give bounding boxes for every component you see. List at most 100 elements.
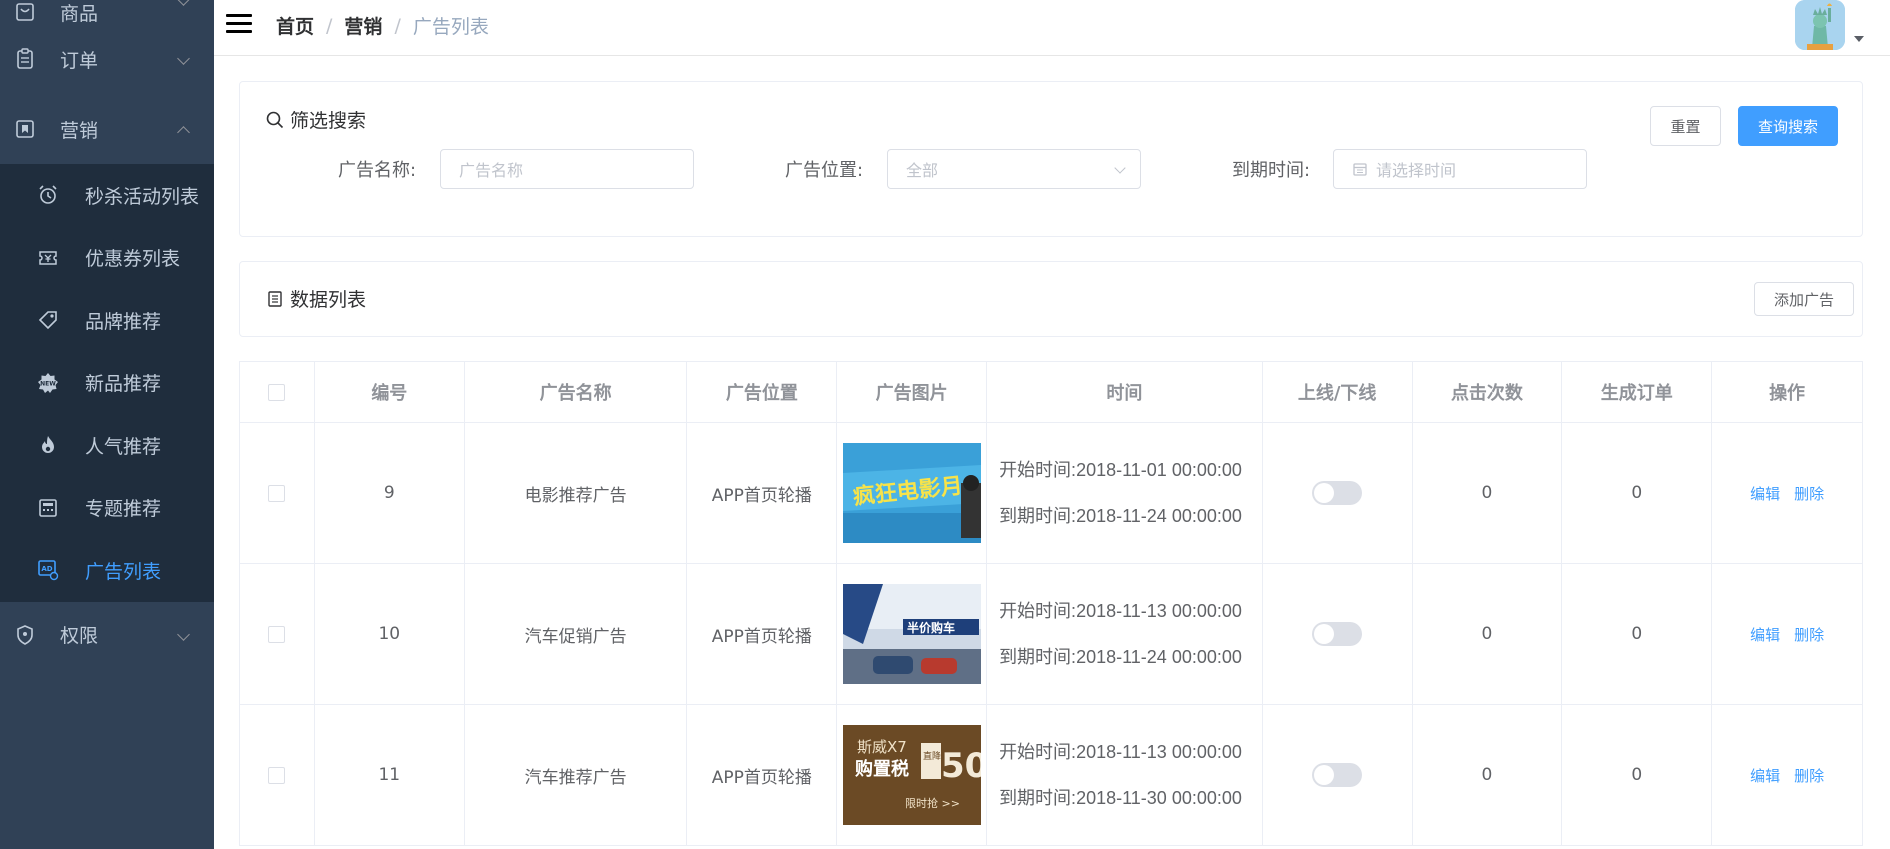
sidebar-item-new-product[interactable]: NEW 新品推荐 [0,352,214,415]
row-checkbox[interactable] [268,625,286,643]
row-select [240,423,315,563]
cell-time: 开始时间:2018-11-01 00:00:00 到期时间:2018-11-24… [987,423,1263,563]
row-checkbox[interactable] [268,766,286,784]
header-clicks: 点击次数 [1413,362,1563,422]
breadcrumb-separator: / [326,14,333,37]
table-header-row: 编号 广告名称 广告位置 广告图片 时间 上线/下线 点击次数 生成订单 操作 [240,362,1862,423]
start-time-value: 2018-11-13 00:00:00 [1076,742,1242,762]
select-all-checkbox[interactable] [268,383,286,401]
fire-icon [37,434,59,456]
end-time-prefix: 到期时间: [999,788,1077,808]
marketing-icon [14,118,36,140]
expire-date-picker[interactable]: 请选择时间 [1333,149,1587,189]
end-time-value: 2018-11-24 00:00:00 [1076,647,1242,667]
menu-goods-label: 商品 [60,2,99,25]
start-time: 开始时间:2018-11-13 00:00:00 [999,729,1242,775]
menu-marketing[interactable]: 营销 [0,94,214,164]
table-row: 9 电影推荐广告 APP首页轮播 疯狂电影月 开始时间:2018-11-01 0… [240,423,1862,564]
menu-order[interactable]: 订单 [0,24,214,94]
sidebar-item-topic[interactable]: 专题推荐 [0,477,214,540]
sidebar-item-brand[interactable]: 品牌推荐 [0,289,214,352]
start-time: 开始时间:2018-11-01 00:00:00 [999,447,1242,493]
ad-image-movie: 疯狂电影月 [842,443,981,543]
sidebar-item-coupon[interactable]: 优惠券列表 [0,227,214,290]
svg-text:NEW: NEW [40,380,56,387]
caret-down-icon[interactable] [1854,36,1864,42]
row-select [240,564,315,704]
breadcrumb: 首页 / 营销 / 广告列表 [276,12,489,39]
end-time: 到期时间:2018-11-24 00:00:00 [999,634,1242,680]
calendar-icon [1353,163,1367,176]
cell-image: 斯威X7 购置税 直降 50 限时抢 >> [837,705,988,845]
header-position: 广告位置 [687,362,838,422]
cell-id: 10 [315,564,465,704]
table-row: 11 汽车推荐广告 APP首页轮播 斯威X7 购置税 直降 50 限时抢 >> [240,705,1862,846]
filter-title: 筛选搜索 [266,106,366,133]
top-navbar: 首页 / 营销 / 广告列表 [214,0,1890,56]
breadcrumb-separator: / [394,14,401,37]
sidebar-item-ad-list[interactable]: AD 广告列表 [0,539,214,602]
online-toggle[interactable] [1312,481,1363,505]
end-time-value: 2018-11-30 00:00:00 [1076,788,1242,808]
sidebar-item-label: 秒杀活动列表 [85,185,200,208]
ad-position-label: 广告位置: [785,160,864,181]
end-time-value: 2018-11-24 00:00:00 [1076,506,1242,526]
row-select [240,705,315,845]
menu-goods[interactable]: 商品 [0,0,214,25]
online-toggle[interactable] [1312,622,1363,646]
cell-online [1263,705,1413,845]
menu-marketing-label: 营销 [60,119,99,142]
search-button[interactable]: 查询搜索 [1738,106,1838,146]
delete-button[interactable]: 删除 [1794,624,1824,645]
start-time-prefix: 开始时间: [999,742,1077,762]
ad-table: 编号 广告名称 广告位置 广告图片 时间 上线/下线 点击次数 生成订单 操作 … [239,361,1863,846]
cell-time: 开始时间:2018-11-13 00:00:00 到期时间:2018-11-30… [987,705,1263,845]
edit-button[interactable]: 编辑 [1750,765,1780,786]
edit-button[interactable]: 编辑 [1750,624,1780,645]
cell-orders: 0 [1562,705,1713,845]
end-time: 到期时间:2018-11-24 00:00:00 [999,493,1242,539]
reset-button[interactable]: 重置 [1650,106,1721,146]
end-time: 到期时间:2018-11-30 00:00:00 [999,775,1242,821]
cell-image: 疯狂电影月 [837,423,988,563]
cell-name: 电影推荐广告 [465,423,688,563]
end-time-prefix: 到期时间: [999,647,1077,667]
sidebar-item-flash-sale[interactable]: 秒杀活动列表 [0,164,214,227]
cell-actions: 编辑 删除 [1712,564,1862,704]
ad-name-input[interactable]: 广告名称 [440,149,694,189]
menu-order-label: 订单 [60,49,99,72]
filter-title-text: 筛选搜索 [290,110,367,132]
header-name: 广告名称 [465,362,688,422]
avatar[interactable] [1795,0,1845,50]
menu-permission[interactable]: 权限 [0,602,214,668]
shield-icon [14,624,36,646]
chevron-down-icon [1114,162,1126,174]
cell-time: 开始时间:2018-11-13 00:00:00 到期时间:2018-11-24… [987,564,1263,704]
alarm-clock-icon [37,184,59,206]
sidebar-item-label: 品牌推荐 [85,310,162,333]
chevron-up-icon [177,126,190,139]
ad-position-select[interactable]: 全部 [887,149,1141,189]
expire-time-label: 到期时间: [1232,160,1311,181]
edit-button[interactable]: 编辑 [1750,483,1780,504]
sidebar-item-popular[interactable]: 人气推荐 [0,414,214,477]
order-icon [14,48,36,70]
ad-image-text-5: 限时抢 >> [905,796,960,810]
data-list-title-text: 数据列表 [290,289,367,311]
breadcrumb-marketing[interactable]: 营销 [344,12,382,39]
breadcrumb-current: 广告列表 [412,16,489,38]
chevron-down-icon [177,627,190,641]
cell-clicks: 0 [1413,423,1563,563]
row-checkbox[interactable] [268,484,286,502]
table-row: 10 汽车促销广告 APP首页轮播 半价购车 开始时间:2018-11-13 0… [240,564,1862,705]
hamburger-menu-icon[interactable] [226,14,252,34]
delete-button[interactable]: 删除 [1794,483,1824,504]
cell-online [1263,423,1413,563]
breadcrumb-home[interactable]: 首页 [276,12,314,39]
start-time-value: 2018-11-01 00:00:00 [1076,460,1242,480]
new-badge-icon: NEW [37,372,59,394]
add-ad-button[interactable]: 添加广告 [1754,282,1854,316]
delete-button[interactable]: 删除 [1794,765,1824,786]
cell-actions: 编辑 删除 [1712,423,1862,563]
online-toggle[interactable] [1312,763,1363,787]
